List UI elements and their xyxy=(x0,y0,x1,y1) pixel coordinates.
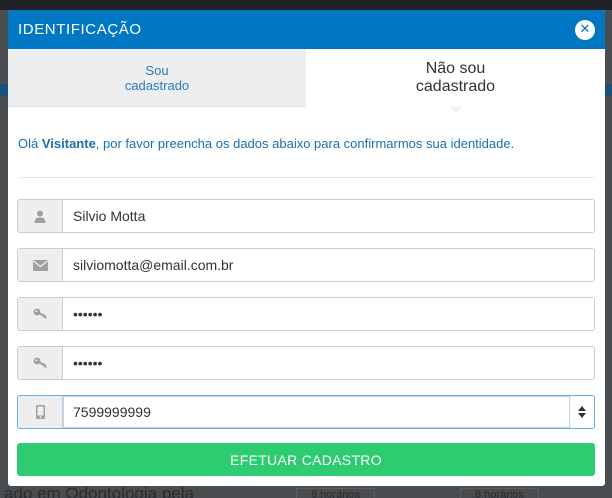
tabs: Sou cadastrado Não sou cadastrado xyxy=(8,49,605,113)
tab-label-line1: Não sou xyxy=(425,60,486,77)
divider xyxy=(18,177,595,178)
password-confirm-field xyxy=(17,346,595,380)
intro-message: , por favor preencha os dados abaixo par… xyxy=(95,136,515,151)
background-topbar xyxy=(0,0,612,10)
background-chip: 8 horários xyxy=(296,488,375,498)
key-icon xyxy=(18,298,63,330)
intro-user: Visitante xyxy=(41,136,96,151)
submit-button[interactable]: EFETUAR CADASTRO xyxy=(17,443,595,476)
user-icon xyxy=(18,200,63,232)
tab-label-line2: cadastrado xyxy=(124,77,190,93)
tab-not-registered[interactable]: Não sou cadastrado xyxy=(306,49,605,113)
tab-label-line1: Sou xyxy=(145,62,169,78)
registration-form xyxy=(17,199,595,444)
background-accent-right xyxy=(604,84,612,96)
email-input[interactable] xyxy=(63,249,594,281)
modal-header: IDENTIFICAÇÃO ✕ xyxy=(8,10,605,49)
tab-label-line2: cadastrado xyxy=(415,78,496,95)
phone-field xyxy=(17,395,595,429)
name-field xyxy=(17,199,595,233)
modal-title: IDENTIFICAÇÃO xyxy=(18,21,142,38)
password-input[interactable] xyxy=(63,298,594,330)
background-accent-left xyxy=(0,84,8,96)
tab-registered[interactable]: Sou cadastrado xyxy=(8,49,306,107)
close-icon[interactable]: ✕ xyxy=(575,19,595,40)
envelope-icon xyxy=(18,249,63,281)
tab-caret-icon xyxy=(450,107,462,113)
background-text: ado em Odontologia pela xyxy=(4,484,194,498)
password-field xyxy=(17,297,595,331)
password-confirm-input[interactable] xyxy=(63,347,594,379)
intro-greeting: Olá xyxy=(18,136,42,151)
email-field xyxy=(17,248,595,282)
phone-input[interactable] xyxy=(63,396,570,428)
identification-modal: IDENTIFICAÇÃO ✕ Sou cadastrado Não sou c… xyxy=(8,10,605,486)
background-chip: 8 horários xyxy=(460,488,539,498)
key-icon xyxy=(18,347,63,379)
number-spinner[interactable] xyxy=(570,396,594,428)
name-input[interactable] xyxy=(63,200,594,232)
spinner-up-icon[interactable] xyxy=(578,406,586,411)
mobile-icon xyxy=(18,396,63,428)
spinner-down-icon[interactable] xyxy=(578,413,586,418)
